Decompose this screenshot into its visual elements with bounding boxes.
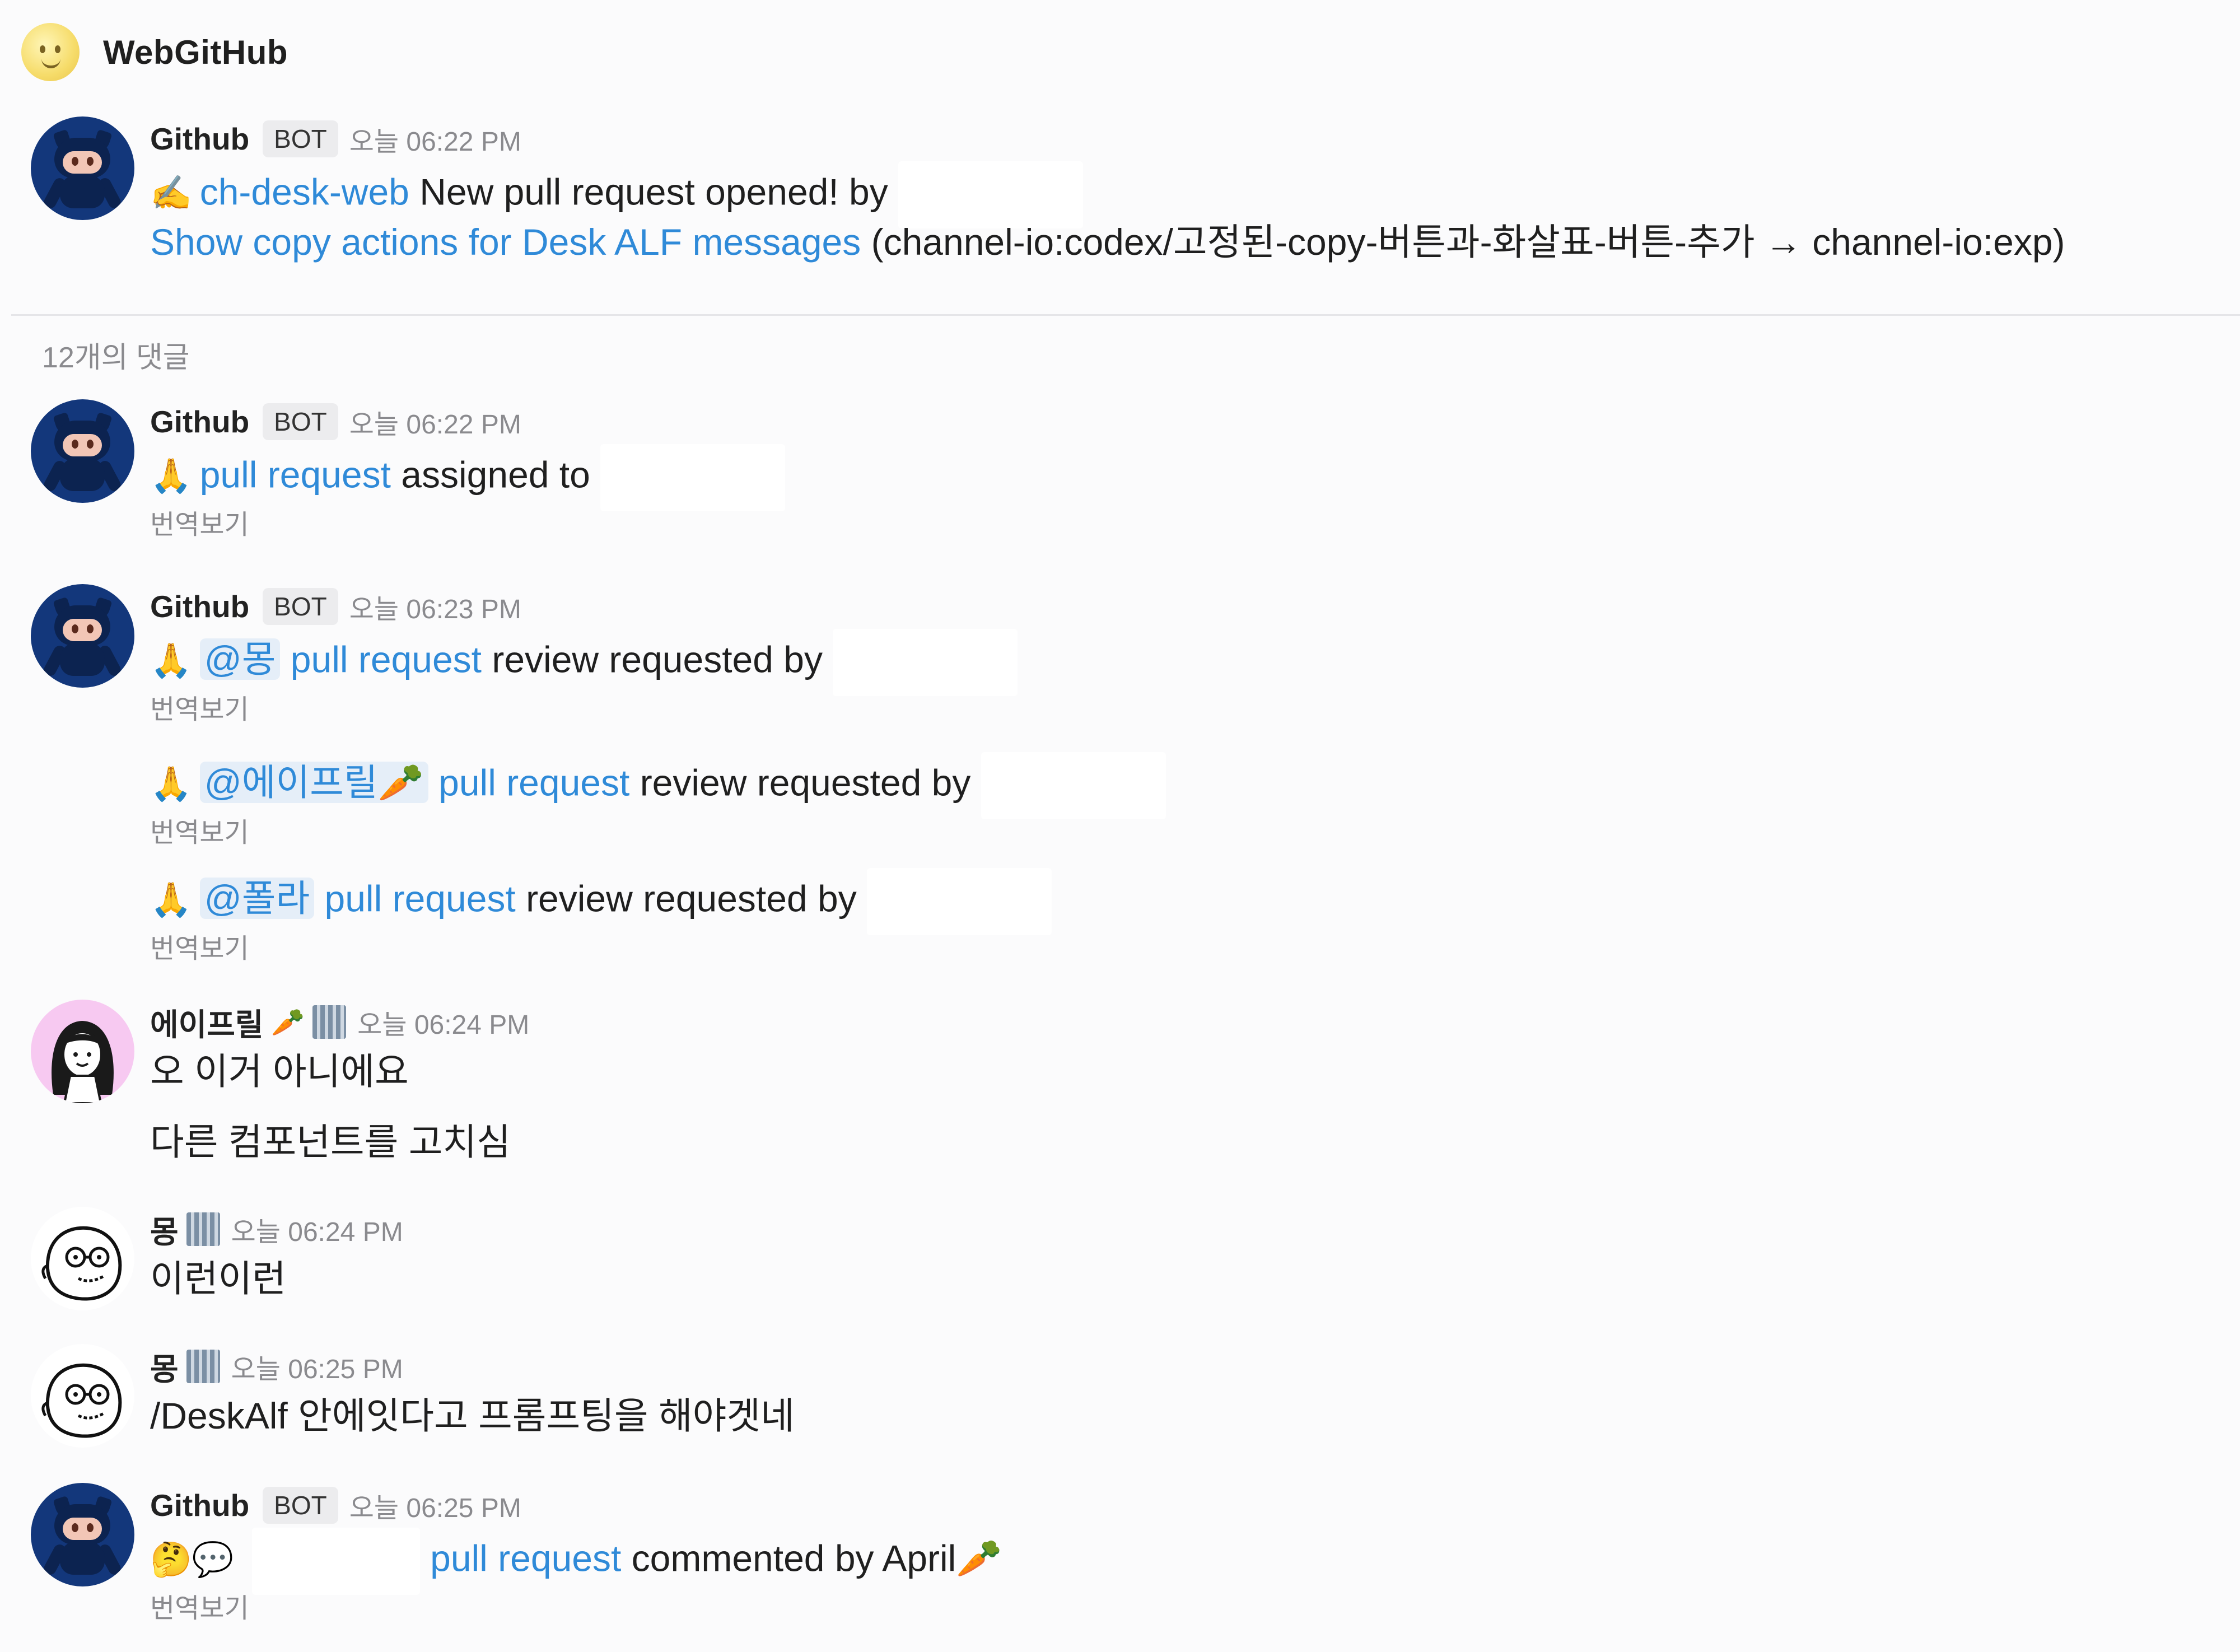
redacted-user [833, 629, 1018, 696]
author-name[interactable]: 몽 [150, 1207, 179, 1252]
pr-link[interactable]: pull request [430, 1537, 621, 1579]
timestamp: 오늘 06:22 PM [349, 127, 521, 157]
message-text: 오 이거 아니에요 [150, 1051, 409, 1092]
user-mention[interactable]: @폴라 [199, 878, 315, 920]
pr-link[interactable]: pull request [291, 638, 482, 680]
repo-link[interactable]: ch-desk-web [200, 171, 409, 212]
timestamp: 오늘 06:25 PM [349, 1494, 521, 1523]
author-name[interactable]: Github [150, 121, 249, 157]
pr-link[interactable]: pull request [438, 762, 629, 803]
author-name[interactable]: Github [150, 1487, 249, 1523]
continuation-message: 🙏 @폴라 pull request review requested by 번역… [150, 868, 1052, 965]
continuation-message: 🙏 @에이프릴🥕 pull request review requested by… [150, 752, 1166, 850]
timestamp: 오늘 06:23 PM [349, 595, 521, 624]
bot-badge: BOT [263, 1487, 338, 1524]
author-name[interactable]: Github [150, 589, 249, 624]
carrot-emoji: 🥕 [271, 1007, 305, 1038]
github-avatar[interactable] [31, 116, 134, 220]
user-mention[interactable]: @에이프릴🥕 [199, 762, 428, 804]
pr-link[interactable]: pull request [325, 878, 516, 919]
message-text: New pull request opened! by [419, 171, 888, 213]
github-avatar[interactable] [31, 1483, 134, 1586]
redacted-text [251, 1528, 420, 1595]
message-text: review requested by [640, 762, 971, 804]
message-text: review requested by [492, 638, 823, 680]
moon-face-icon [21, 23, 80, 81]
message-text: review requested by [526, 878, 857, 920]
author-name[interactable]: 몽 [150, 1344, 179, 1389]
thinking-speech-emoji: 🤔💬 [150, 1541, 234, 1579]
folded-hands-emoji: 🙏 [150, 765, 192, 803]
message-text: assigned to [401, 454, 590, 496]
folded-hands-emoji: 🙏 [150, 642, 192, 680]
timestamp: 오늘 06:25 PM [231, 1355, 403, 1384]
redacted-user [981, 752, 1166, 819]
message-text: 이런이런 [150, 1258, 286, 1299]
comment-count: 12개의 댓글 [42, 342, 190, 374]
user-mention[interactable]: @몽 [199, 638, 281, 680]
office-building-icon [186, 1212, 220, 1246]
bot-badge: BOT [263, 588, 338, 625]
pr-title-link[interactable]: Show copy actions for Desk ALF messages [150, 221, 861, 263]
user-avatar[interactable] [31, 1344, 134, 1448]
author-name[interactable]: Github [150, 404, 249, 440]
github-avatar[interactable] [31, 584, 134, 688]
channel-name[interactable]: WebGitHub [103, 33, 288, 72]
branch-text: (channel-io:codex/고정된-copy-버튼과-화살표-버튼-추가… [871, 221, 2065, 263]
thread-view: WebGitHub Github BOT 오늘 06:22 PM ✍️ ch-de… [0, 0, 2240, 1652]
author-name[interactable]: 에이프릴 [150, 1000, 263, 1044]
folded-hands-emoji: 🙏 [150, 881, 192, 919]
user-avatar[interactable] [31, 1207, 134, 1310]
user-avatar[interactable] [31, 1000, 134, 1103]
timestamp: 오늘 06:22 PM [349, 410, 521, 440]
divider [11, 314, 2240, 316]
folded-hands-emoji: 🙏 [150, 457, 192, 495]
message-text: commented by April🥕 [631, 1537, 1002, 1579]
timestamp: 오늘 06:24 PM [231, 1217, 403, 1247]
redacted-user [600, 444, 786, 511]
bot-badge: BOT [263, 403, 338, 440]
redacted-user [867, 868, 1052, 935]
timestamp: 오늘 06:24 PM [357, 1010, 530, 1040]
github-avatar[interactable] [31, 399, 134, 503]
pr-link[interactable]: pull request [200, 454, 391, 495]
message-text: /DeskAlf 안에잇다고 프롬프팅을 해야겟네 [150, 1395, 795, 1436]
bot-badge: BOT [263, 120, 338, 157]
message-text: 다른 컴포넌트를 고치심 [150, 1121, 511, 1163]
writing-hand-emoji: ✍️ [150, 174, 192, 212]
office-building-icon [312, 1005, 347, 1039]
channel-header: WebGitHub [21, 21, 288, 83]
office-building-icon [186, 1350, 220, 1383]
